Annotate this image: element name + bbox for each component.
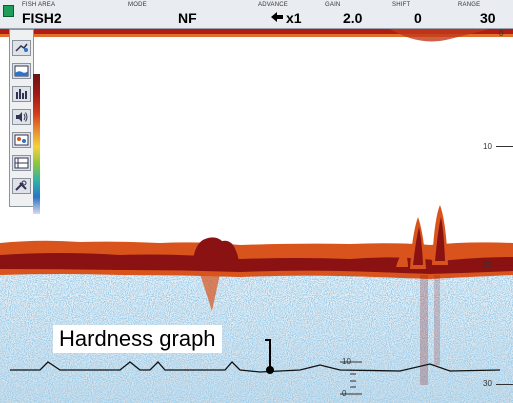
- hardness-scale-label-10: 10: [342, 357, 351, 366]
- bottom-contour-button[interactable]: [12, 63, 31, 79]
- mode-value: NF: [178, 10, 197, 26]
- echo-streak-2: [434, 275, 440, 365]
- range-label: RANGE: [458, 2, 481, 8]
- advance-value: x1: [286, 10, 302, 26]
- menu-icon[interactable]: [3, 5, 14, 17]
- fish-area-field[interactable]: FISH AREA FISH2: [22, 0, 102, 28]
- shift-field[interactable]: SHIFT 0: [392, 0, 442, 28]
- range-value: 30: [480, 10, 496, 26]
- water-column-noise: [40, 39, 500, 249]
- gain-value: 2.0: [343, 10, 363, 26]
- range-tick-10: [496, 146, 513, 147]
- callout-dot: [266, 366, 274, 374]
- hardness-graph-callout: Hardness graph: [53, 325, 222, 353]
- tools-icon: [15, 180, 27, 191]
- fish-school-icon: [14, 134, 29, 146]
- hardness-scale-label-0: 0: [342, 389, 347, 398]
- split-screen-button[interactable]: [12, 155, 31, 171]
- tools-button[interactable]: [12, 178, 31, 194]
- bottom-contour-icon: [14, 65, 29, 77]
- gain-field[interactable]: GAIN 2.0: [325, 0, 385, 28]
- target-lock-button[interactable]: [12, 40, 31, 56]
- advance-field[interactable]: ADVANCE x1: [258, 0, 318, 28]
- range-field[interactable]: RANGE 30: [458, 0, 508, 28]
- split-screen-icon: [14, 157, 29, 169]
- callout-text: Hardness graph: [59, 326, 216, 351]
- fish-school-button[interactable]: [12, 132, 31, 148]
- echo-streak: [420, 275, 428, 385]
- shift-label: SHIFT: [392, 2, 411, 8]
- range-tick-20: [496, 265, 513, 266]
- range-scale-label-30: 30: [483, 379, 492, 388]
- range-scale-label-10: 10: [483, 142, 492, 151]
- fish-area-value: FISH2: [22, 10, 62, 26]
- shift-value: 0: [414, 10, 422, 26]
- range-scale: 0 10 20 30: [483, 29, 513, 403]
- range-scale-label-0: 0: [499, 29, 504, 38]
- color-scale-bar: [33, 74, 40, 214]
- speaker-button[interactable]: [12, 109, 31, 125]
- bar-graph-icon: [16, 89, 27, 99]
- gain-label: GAIN: [325, 2, 341, 8]
- speaker-icon: [16, 112, 28, 122]
- advance-arrow-icon: [270, 10, 284, 26]
- fish-area-label: FISH AREA: [22, 2, 56, 8]
- mode-label: MODE: [128, 2, 147, 8]
- left-toolbar: [9, 29, 34, 207]
- echo-sounder-screen: FISH AREA FISH2 MODE NF ADVANCE x1 GAIN …: [0, 0, 513, 403]
- bar-graph-button[interactable]: [12, 86, 31, 102]
- top-status-bar: FISH AREA FISH2 MODE NF ADVANCE x1 GAIN …: [0, 0, 513, 29]
- target-lock-icon: [15, 43, 28, 52]
- range-scale-label-20: 20: [483, 260, 492, 269]
- advance-label: ADVANCE: [258, 2, 288, 8]
- mode-field[interactable]: MODE NF: [120, 0, 210, 28]
- range-tick-30: [496, 384, 513, 385]
